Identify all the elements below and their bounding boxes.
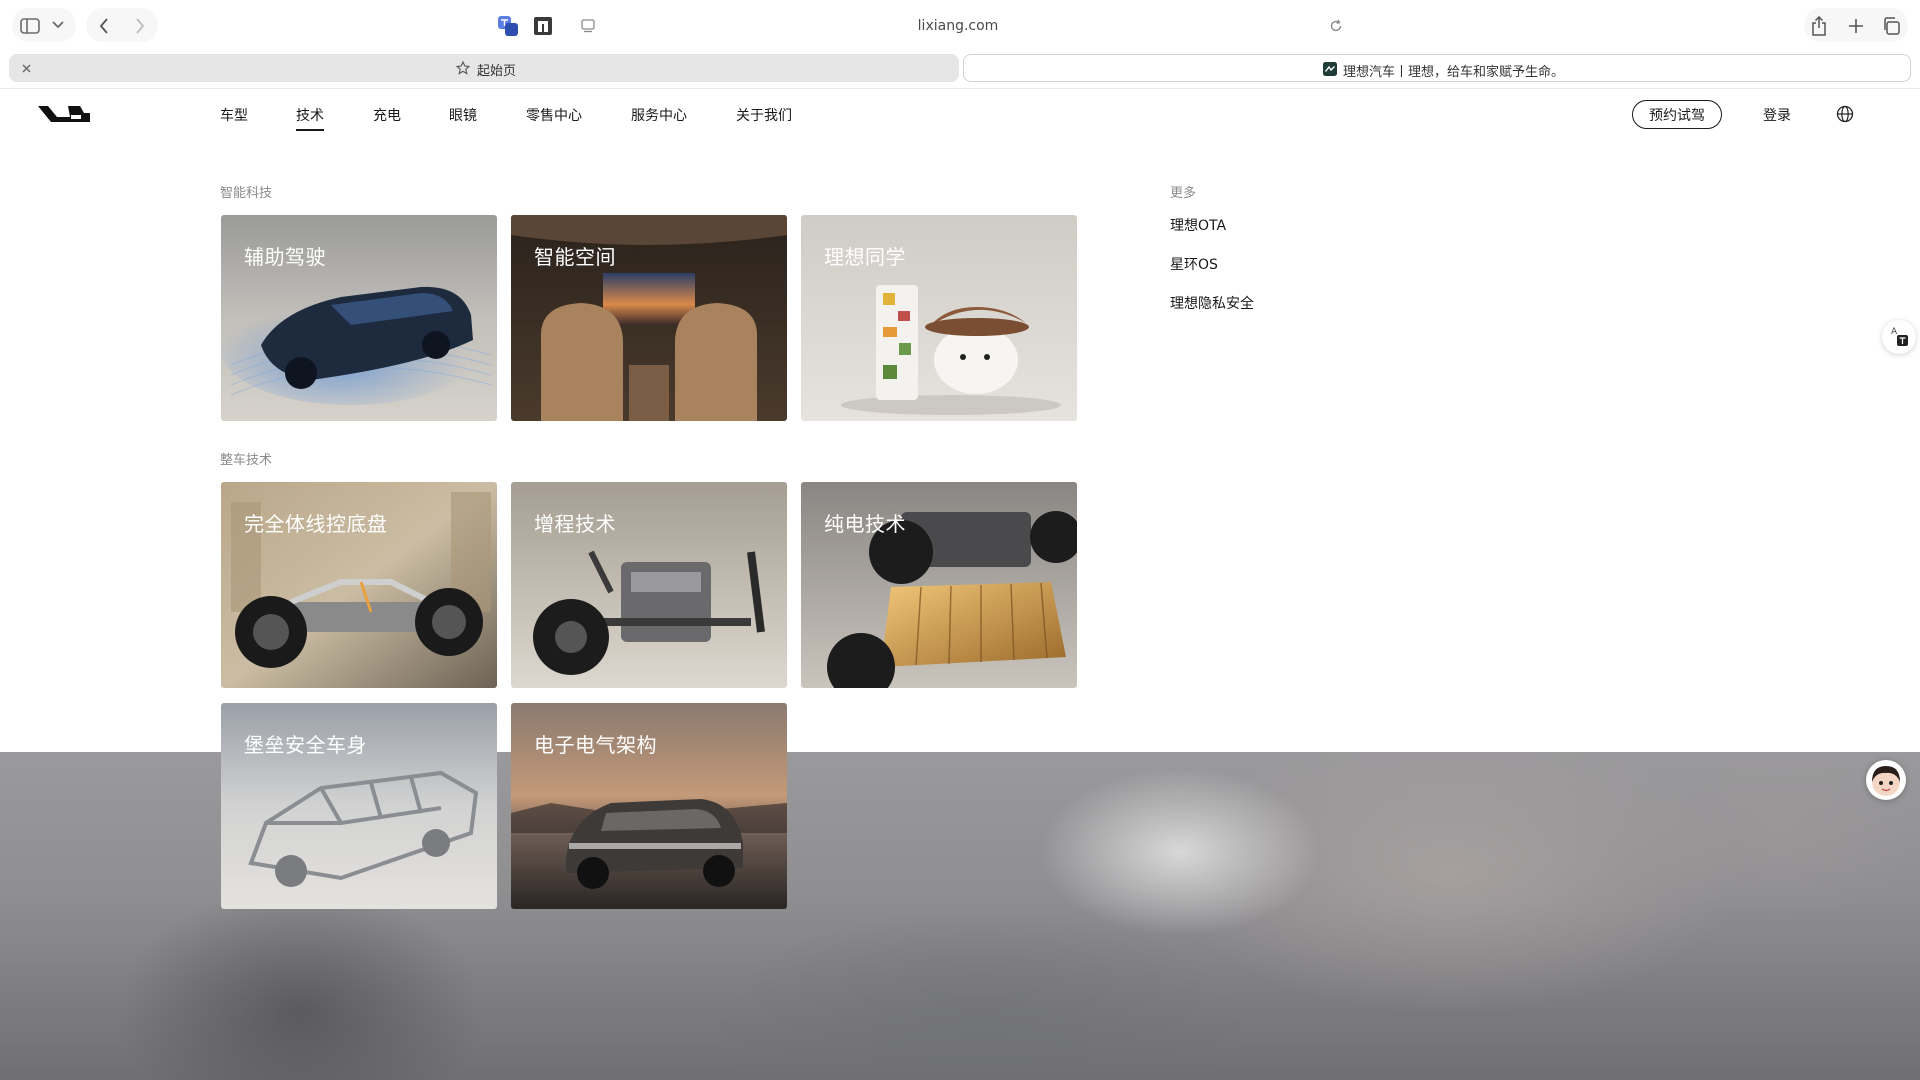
section-label-vehicle-tech: 整车技术 xyxy=(220,453,273,468)
tabs-overview-icon[interactable] xyxy=(1880,15,1902,37)
card-title: 增程技术 xyxy=(534,512,616,536)
card-range-extender[interactable]: 增程技术 xyxy=(511,482,787,688)
nav-item-technology-label: 技术 xyxy=(296,108,324,124)
globe-icon[interactable] xyxy=(1836,105,1856,125)
section-label-smart-tech: 智能科技 xyxy=(220,186,273,201)
plus-icon[interactable] xyxy=(1845,15,1867,37)
share-icon[interactable] xyxy=(1808,13,1830,39)
browser-toolbar: lixiang.com xyxy=(0,0,1920,52)
nav-item-retail-center[interactable]: 零售中心 xyxy=(526,105,582,125)
nav-item-service-center[interactable]: 服务中心 xyxy=(631,105,687,125)
tab-start-page[interactable]: 起始页 xyxy=(9,54,959,82)
nav-active-underline xyxy=(296,129,324,131)
close-icon[interactable] xyxy=(19,61,33,75)
section-label-more: 更多 xyxy=(1170,186,1197,201)
nav-item-technology[interactable]: 技术 xyxy=(296,105,324,131)
tab-label: 理想汽车丨理想，给车和家赋予生命。 xyxy=(1343,65,1565,80)
more-link-privacy-security[interactable]: 理想隐私安全 xyxy=(1170,293,1254,313)
nav-item-models[interactable]: 车型 xyxy=(220,105,248,125)
translate-icon: A xyxy=(1891,327,1908,346)
card-fortress-safety-body[interactable]: 堡垒安全车身 xyxy=(221,703,497,909)
test-drive-button[interactable]: 预约试驾 xyxy=(1632,100,1722,129)
forward-arrow-icon[interactable] xyxy=(130,15,150,37)
star-icon xyxy=(455,60,471,76)
back-arrow-icon[interactable] xyxy=(94,15,114,37)
address-bar[interactable]: lixiang.com xyxy=(565,9,1351,43)
more-link-ota[interactable]: 理想OTA xyxy=(1170,215,1226,235)
card-assisted-driving[interactable]: 辅助驾驶 xyxy=(221,215,497,421)
reader-extension-icon[interactable] xyxy=(531,14,555,38)
card-smart-space[interactable]: 智能空间 xyxy=(511,215,787,421)
card-lixiang-tongxue[interactable]: 理想同学 xyxy=(801,215,1077,421)
reload-icon[interactable] xyxy=(1327,17,1345,35)
tab-lixiang[interactable]: 理想汽车丨理想，给车和家赋予生命。 xyxy=(963,54,1911,82)
card-full-drive-by-wire-chassis[interactable]: 完全体线控底盘 xyxy=(221,482,497,688)
card-title: 辅助驾驶 xyxy=(244,245,326,269)
assistant-avatar[interactable] xyxy=(1866,760,1906,800)
url-text: lixiang.com xyxy=(917,18,999,34)
card-title: 完全体线控底盘 xyxy=(244,512,388,536)
login-link[interactable]: 登录 xyxy=(1763,105,1791,125)
chevron-down-icon[interactable] xyxy=(50,17,66,33)
sidebar-icon[interactable] xyxy=(18,15,42,37)
card-title: 纯电技术 xyxy=(824,512,906,536)
brand-logo[interactable] xyxy=(38,103,90,125)
card-title: 智能空间 xyxy=(534,245,616,269)
translate-widget[interactable]: A xyxy=(1882,320,1916,354)
favicon xyxy=(1322,61,1338,77)
nav-item-about-us[interactable]: 关于我们 xyxy=(736,105,792,125)
tab-label: 起始页 xyxy=(477,64,517,79)
svg-text:A: A xyxy=(1891,327,1898,337)
more-link-xinghuan-os[interactable]: 星环OS xyxy=(1170,254,1218,274)
nav-item-glasses[interactable]: 眼镜 xyxy=(449,105,477,125)
translate-icon[interactable] xyxy=(496,14,520,38)
card-title: 理想同学 xyxy=(824,245,906,269)
card-title: 堡垒安全车身 xyxy=(244,733,367,757)
card-title: 电子电气架构 xyxy=(534,733,657,757)
card-pure-electric[interactable]: 纯电技术 xyxy=(801,482,1077,688)
card-electronic-electrical-architecture[interactable]: 电子电气架构 xyxy=(511,703,787,909)
nav-item-charging[interactable]: 充电 xyxy=(373,105,401,125)
